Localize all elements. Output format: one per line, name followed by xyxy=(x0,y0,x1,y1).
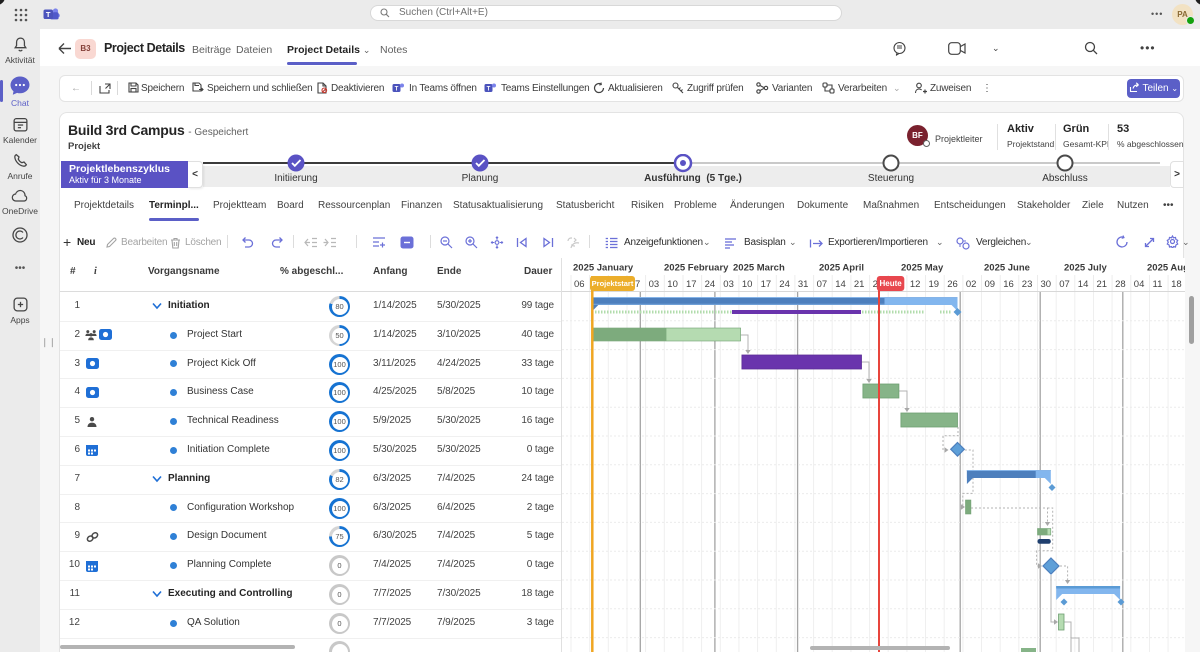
svg-text:24: 24 xyxy=(705,279,716,290)
svg-text:02: 02 xyxy=(966,279,977,290)
svg-text:07: 07 xyxy=(1059,279,1070,290)
svg-text:Projektstart: Projektstart xyxy=(592,279,634,288)
svg-text:10: 10 xyxy=(667,279,678,290)
svg-text:Heute: Heute xyxy=(879,279,902,288)
svg-text:03: 03 xyxy=(649,279,660,290)
svg-text:30: 30 xyxy=(1041,279,1052,290)
svg-text:14: 14 xyxy=(1078,279,1089,290)
svg-text:28: 28 xyxy=(1115,279,1126,290)
svg-text:T: T xyxy=(395,87,399,93)
svg-text:04: 04 xyxy=(1134,279,1145,290)
svg-text:26: 26 xyxy=(947,279,958,290)
svg-text:2025 July: 2025 July xyxy=(1064,263,1107,274)
svg-text:23: 23 xyxy=(1022,279,1033,290)
svg-text:21: 21 xyxy=(1097,279,1108,290)
svg-text:09: 09 xyxy=(985,279,996,290)
svg-text:2025 April: 2025 April xyxy=(819,263,864,274)
svg-text:2025 January: 2025 January xyxy=(573,263,634,274)
svg-text:21: 21 xyxy=(854,279,865,290)
svg-text:03: 03 xyxy=(723,279,734,290)
svg-text:2025 March: 2025 March xyxy=(733,263,785,274)
svg-text:18: 18 xyxy=(1171,279,1182,290)
svg-text:12: 12 xyxy=(910,279,921,290)
svg-text:17: 17 xyxy=(761,279,772,290)
svg-text:14: 14 xyxy=(835,279,846,290)
svg-text:10: 10 xyxy=(742,279,753,290)
svg-text:T: T xyxy=(46,10,51,19)
svg-text:06: 06 xyxy=(574,279,585,290)
svg-text:7: 7 xyxy=(635,279,640,290)
svg-text:16: 16 xyxy=(1003,279,1014,290)
svg-text:19: 19 xyxy=(929,279,940,290)
svg-text:24: 24 xyxy=(779,279,790,290)
svg-text:2025 June: 2025 June xyxy=(984,263,1030,274)
svg-text:2025 February: 2025 February xyxy=(664,263,729,274)
svg-text:07: 07 xyxy=(817,279,828,290)
svg-text:2025 May: 2025 May xyxy=(901,263,944,274)
svg-text:17: 17 xyxy=(686,279,697,290)
svg-text:T: T xyxy=(487,87,491,93)
svg-text:11: 11 xyxy=(1153,279,1163,290)
svg-text:2025 August: 2025 August xyxy=(1147,263,1185,274)
svg-text:31: 31 xyxy=(798,279,809,290)
